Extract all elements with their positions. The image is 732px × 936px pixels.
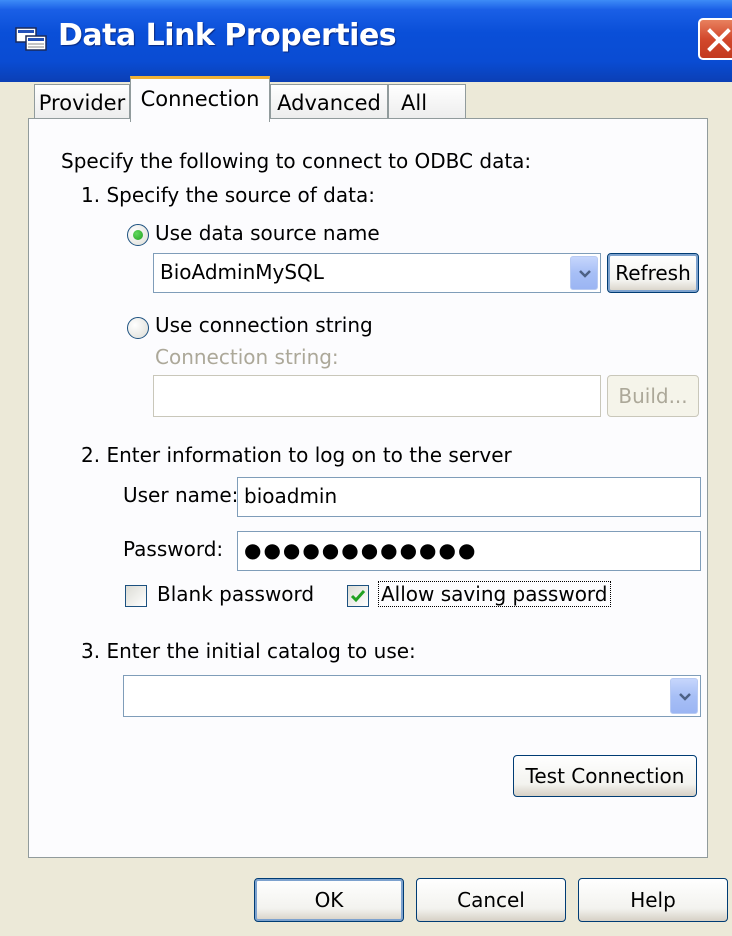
password-label: Password: [123, 537, 224, 561]
data-link-icon [14, 24, 48, 54]
chevron-down-icon [679, 693, 691, 701]
window-title: Data Link Properties [58, 18, 397, 53]
catalog-dropdown-button[interactable] [670, 678, 698, 714]
radio-selected-dot [133, 230, 143, 240]
allow-saving-password-label[interactable]: Allow saving password [378, 581, 611, 607]
blank-password-label[interactable]: Blank password [157, 582, 314, 606]
step2-heading: 2. Enter information to log on to the se… [81, 443, 512, 467]
password-value: ●●●●●●●●●●●● [244, 538, 478, 562]
use-dsn-radio[interactable] [127, 224, 149, 246]
use-connstr-radio[interactable] [127, 317, 149, 339]
use-dsn-label[interactable]: Use data source name [155, 221, 380, 245]
refresh-button[interactable]: Refresh [607, 253, 699, 293]
close-button[interactable] [698, 18, 732, 60]
username-label: User name: [123, 483, 239, 507]
chevron-down-icon [579, 270, 591, 278]
dsn-dropdown-button[interactable] [570, 256, 598, 290]
tab-advanced[interactable]: Advanced [270, 84, 388, 120]
test-connection-button[interactable]: Test Connection [513, 755, 697, 797]
data-link-properties-dialog: Data Link Properties Provider Connection… [0, 0, 732, 936]
use-connstr-label[interactable]: Use connection string [155, 313, 373, 337]
connstr-input[interactable] [153, 375, 601, 417]
username-input[interactable]: bioadmin [237, 477, 701, 517]
tab-connection[interactable]: Connection [130, 76, 270, 122]
catalog-combobox[interactable] [123, 675, 701, 717]
allow-saving-password-checkbox[interactable] [347, 585, 369, 607]
help-button[interactable]: Help [578, 878, 728, 922]
username-value: bioadmin [244, 484, 338, 508]
connstr-label: Connection string: [155, 345, 339, 369]
build-button[interactable]: Build... [607, 375, 699, 417]
step1-heading: 1. Specify the source of data: [81, 183, 375, 207]
checkmark-icon [350, 590, 366, 603]
cancel-button[interactable]: Cancel [416, 878, 566, 922]
tab-provider[interactable]: Provider [34, 84, 130, 120]
intro-text: Specify the following to connect to ODBC… [61, 149, 532, 173]
close-icon [707, 28, 731, 52]
step3-heading: 3. Enter the initial catalog to use: [81, 639, 416, 663]
dsn-combobox[interactable]: BioAdminMySQL [153, 253, 601, 293]
blank-password-checkbox[interactable] [125, 585, 147, 607]
ok-button[interactable]: OK [254, 878, 404, 922]
dsn-value: BioAdminMySQL [160, 260, 324, 284]
title-bar[interactable]: Data Link Properties [0, 0, 732, 82]
password-input[interactable]: ●●●●●●●●●●●● [237, 531, 701, 571]
tab-all[interactable]: All [388, 84, 466, 120]
connection-tab-panel: Specify the following to connect to ODBC… [28, 118, 708, 858]
